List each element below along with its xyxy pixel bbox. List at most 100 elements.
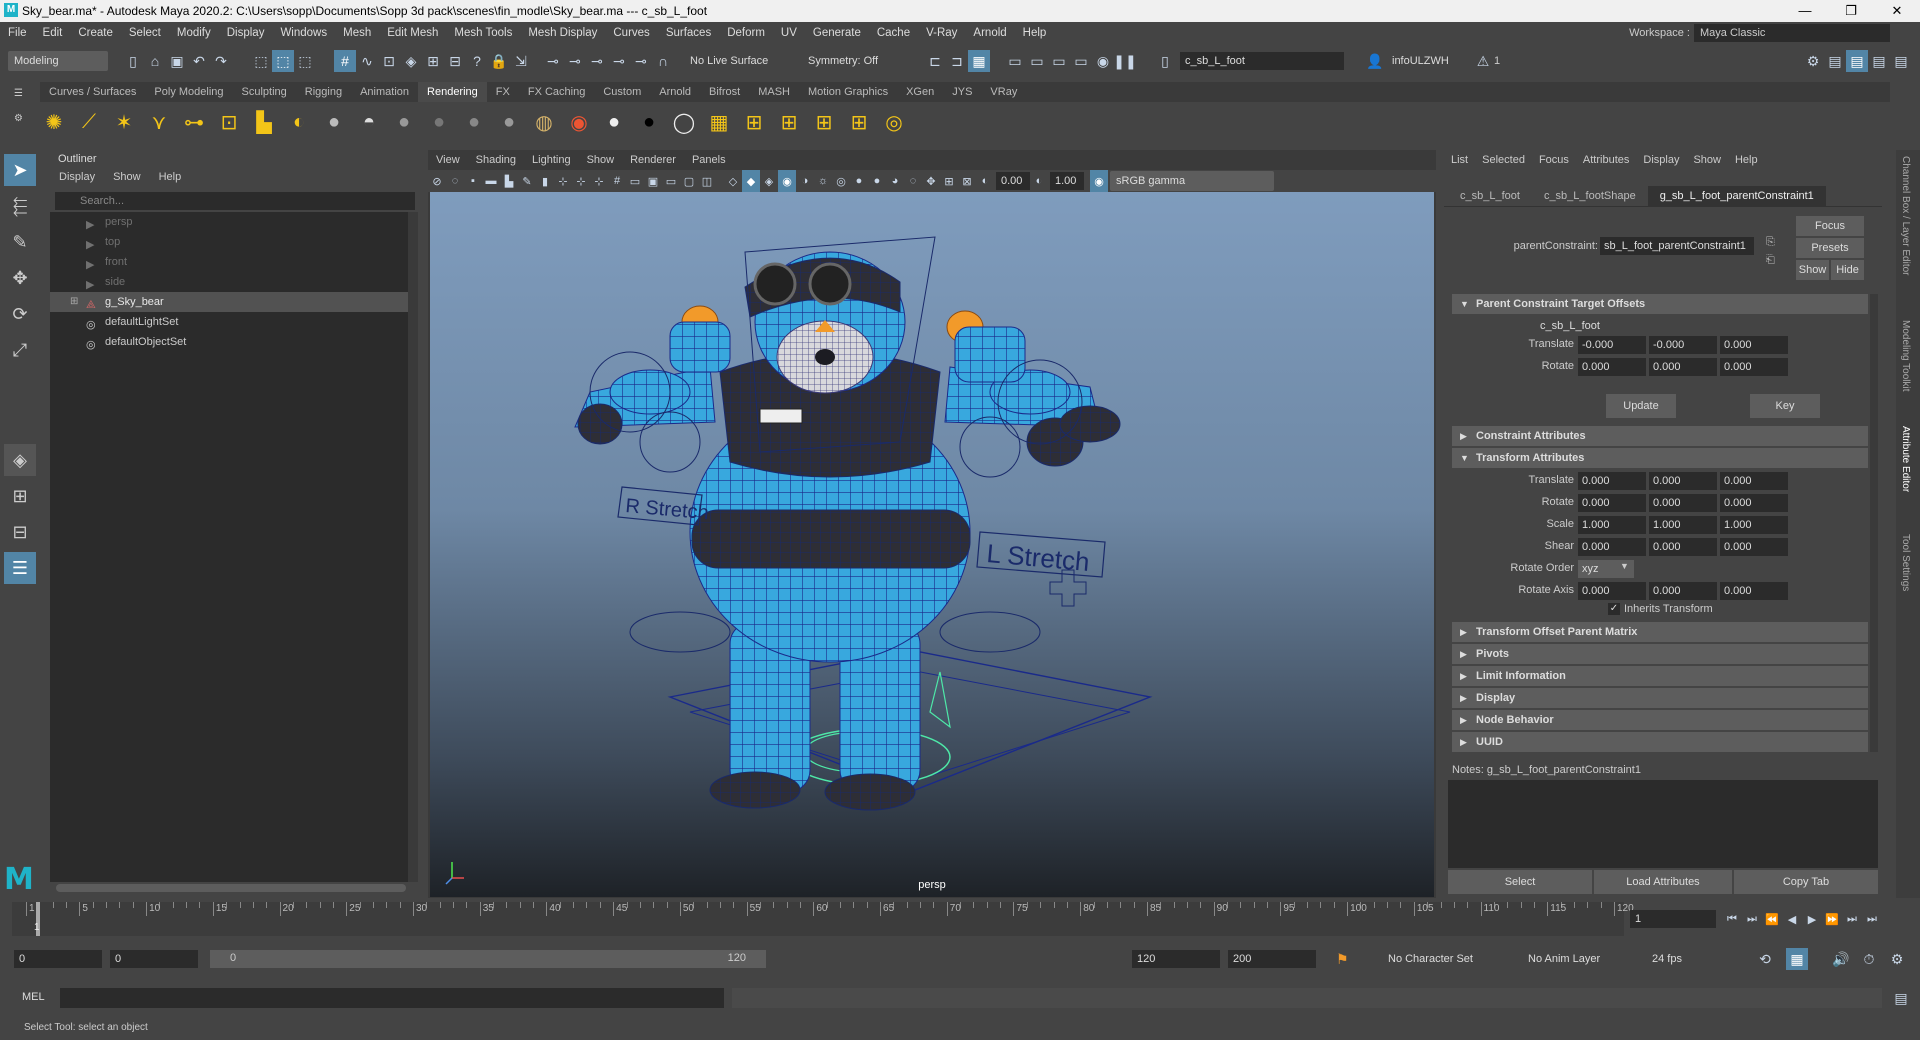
use-all-lights-icon[interactable]: ◉ [778, 170, 796, 192]
anim-prefs-icon[interactable]: ⏱ [1858, 948, 1880, 970]
multisample-aa-icon[interactable]: ● [850, 170, 868, 192]
step-forward-frame-icon[interactable]: ⏩ [1822, 908, 1842, 930]
preferences-icon[interactable]: ⚙ [1886, 948, 1908, 970]
fps-dropdown[interactable]: 24 fps [1646, 949, 1742, 969]
select-hierarchy-icon[interactable]: ⬚ [250, 50, 272, 72]
lambert-sphere-icon[interactable]: ◓ [355, 108, 383, 136]
shelf-tab-bifrost[interactable]: Bifrost [700, 82, 749, 102]
key-button[interactable]: Key [1750, 394, 1820, 418]
outliner-layout-icon[interactable]: ☰ [4, 552, 36, 584]
magnet-icon[interactable]: ∩ [652, 50, 674, 72]
menu-uv[interactable]: UV [773, 22, 805, 44]
select-tool-icon[interactable]: ➤ [4, 154, 36, 186]
play-forward-icon[interactable]: ▶ [1802, 908, 1822, 930]
screen-space-ao-icon[interactable]: ☼ [814, 170, 832, 192]
outliner-item-g-sky-bear[interactable]: ⊞ ⟁ g_Sky_bear [50, 292, 408, 312]
toggle-tool-settings-icon[interactable]: ▤ [1868, 50, 1890, 72]
side-tab-attribute-editor[interactable]: Attribute Editor [1900, 426, 1911, 492]
close-button[interactable]: ✕ [1874, 0, 1920, 22]
node-name-field[interactable]: sb_L_foot_parentConstraint1 [1600, 237, 1754, 255]
character-set-dropdown[interactable]: No Character Set [1382, 949, 1506, 969]
section-transform-attributes[interactable]: ▼ Transform Attributes [1452, 448, 1868, 468]
shelf-tab-rendering[interactable]: Rendering [418, 82, 487, 102]
pause-render-icon[interactable]: ❚❚ [1113, 50, 1136, 72]
range-slider[interactable]: 0 120 [210, 950, 766, 968]
menu-arnold[interactable]: Arnold [965, 22, 1014, 44]
script-editor-icon[interactable]: ▤ [1890, 987, 1912, 1009]
shelf-tab-mash[interactable]: MASH [749, 82, 799, 102]
outliner-item-persp[interactable]: ▶ persp [50, 212, 408, 232]
menu-surfaces[interactable]: Surfaces [658, 22, 719, 44]
outliner-menu-display[interactable]: Display [50, 168, 104, 186]
go-to-end-icon[interactable]: ⏭ [1862, 908, 1882, 930]
film-gate-icon[interactable]: ⊹ [554, 170, 572, 192]
tab-c-sb-l-foot-shape[interactable]: c_sb_L_footShape [1532, 186, 1648, 206]
ae-menu-focus[interactable]: Focus [1532, 150, 1576, 170]
live-surface-field[interactable]: No Live Surface [684, 51, 780, 71]
undo-icon[interactable]: ↶ [188, 50, 210, 72]
ipr-icon[interactable]: ▦ [968, 50, 990, 72]
toggle-attribute-editor-icon[interactable]: ▤ [1846, 50, 1868, 72]
ae-presets-button[interactable]: Presets [1796, 238, 1864, 258]
translate-y-field[interactable]: 0.000 [1649, 472, 1717, 490]
target-rotate-x[interactable]: 0.000 [1578, 358, 1646, 376]
side-tab-tool-settings[interactable]: Tool Settings [1900, 534, 1911, 591]
lasso3-icon[interactable]: ⊸ [586, 50, 608, 72]
section-display[interactable]: ▶ Display [1452, 688, 1868, 708]
input-line-toggle-icon[interactable]: ▯ [1154, 50, 1176, 72]
menu-curves[interactable]: Curves [605, 22, 657, 44]
color-management-icon[interactable]: ◉ [1090, 170, 1108, 192]
hypershade-sphere-icon[interactable]: ◉ [565, 108, 593, 136]
play-backward-icon[interactable]: ◀ [1782, 908, 1802, 930]
target-translate-z[interactable]: 0.000 [1720, 336, 1788, 354]
target-rotate-y[interactable]: 0.000 [1649, 358, 1717, 376]
phonge-sphere-icon[interactable]: ● [425, 108, 453, 136]
shelf-tab-sculpting[interactable]: Sculpting [233, 82, 296, 102]
shading-map-icon[interactable]: ● [495, 108, 523, 136]
ae-hide-button[interactable]: Hide [1831, 260, 1864, 280]
save-scene-icon[interactable]: ▣ [166, 50, 188, 72]
open-scene-icon[interactable]: ⌂ [144, 50, 166, 72]
white-sphere-icon[interactable]: ● [600, 108, 628, 136]
snap-help-icon[interactable]: ? [466, 50, 488, 72]
outliner-item-default-object-set[interactable]: ◎ defaultObjectSet [50, 332, 408, 352]
maximize-button[interactable]: ❐ [1828, 0, 1874, 22]
phong-sphere-icon[interactable]: ● [390, 108, 418, 136]
snap-together-icon[interactable]: ⇲ [510, 50, 532, 72]
inherits-transform-checkbox[interactable]: ✓ [1608, 603, 1620, 615]
menu-mesh-tools[interactable]: Mesh Tools [446, 22, 520, 44]
toggle-sidebar-icon[interactable]: ⚙ [1802, 50, 1824, 72]
loop-icon[interactable]: ⟲ [1754, 948, 1776, 970]
surface-shader-icon[interactable]: ● [460, 108, 488, 136]
shelf-tab-xgen[interactable]: XGen [897, 82, 943, 102]
menu-generate[interactable]: Generate [805, 22, 869, 44]
rotate-tool-icon[interactable]: ⟳ [4, 298, 36, 330]
menu-display[interactable]: Display [219, 22, 273, 44]
render-settings-icon[interactable]: ▭ [1026, 50, 1048, 72]
output-connections-icon[interactable]: ⎗ [1766, 254, 1775, 267]
mel-label[interactable]: MEL [22, 991, 45, 1003]
four-view-layout-icon[interactable]: ⊞ [4, 480, 36, 512]
shelf-tab-curves-surfaces[interactable]: Curves / Surfaces [40, 82, 145, 102]
exposure-icon[interactable]: ◐ [976, 170, 994, 192]
lock-icon[interactable]: 🔒 [488, 50, 510, 72]
spot-light-icon[interactable]: ⋎ [145, 108, 173, 136]
gate-mask-icon[interactable]: ⊹ [590, 170, 608, 192]
scale-tool-icon[interactable]: ⤢ [4, 334, 36, 366]
grease-pencil-icon[interactable]: ✎ [518, 170, 536, 192]
menu-mesh[interactable]: Mesh [335, 22, 379, 44]
section-pivots[interactable]: ▶ Pivots [1452, 644, 1868, 664]
target-translate-y[interactable]: -0.000 [1649, 336, 1717, 354]
section-node-behavior[interactable]: ▶ Node Behavior [1452, 710, 1868, 730]
target-rotate-z[interactable]: 0.000 [1720, 358, 1788, 376]
blinn-sphere-icon[interactable]: ● [320, 108, 348, 136]
rotate-x-field[interactable]: 0.000 [1578, 494, 1646, 512]
ipr-render-icon[interactable]: ⊞ [775, 108, 803, 136]
batch-render-icon[interactable]: ⊞ [810, 108, 838, 136]
menu-vray[interactable]: V-Ray [918, 22, 965, 44]
menu-mesh-display[interactable]: Mesh Display [520, 22, 605, 44]
render-target-icon[interactable]: ◎ [880, 108, 908, 136]
step-back-key-icon[interactable]: ⏭ [1742, 908, 1762, 930]
camera-create-icon[interactable]: ▙ [250, 108, 278, 136]
ae-load-attributes-button[interactable]: Load Attributes [1594, 870, 1732, 894]
